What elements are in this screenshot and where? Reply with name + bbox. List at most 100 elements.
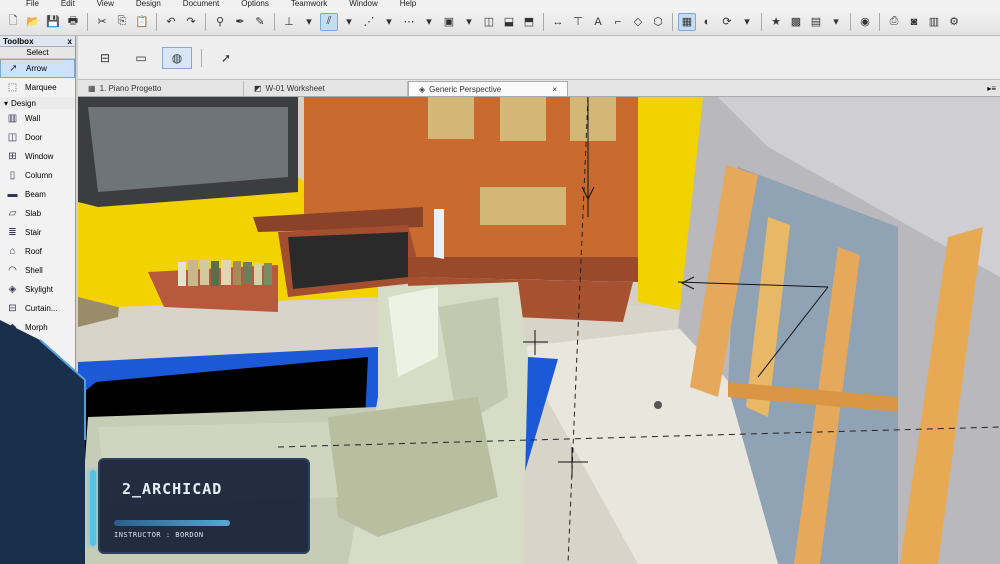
tool-marquee[interactable]: ⬚ Marquee (0, 78, 75, 97)
dropdown-arrow-icon[interactable]: ▾ (827, 13, 845, 31)
align-icon[interactable]: ⊥ (280, 13, 298, 31)
menu-design[interactable]: Design (136, 0, 161, 8)
elevation-icon[interactable]: ⬒ (520, 13, 538, 31)
roof-icon: ⌂ (9, 246, 16, 257)
tab-piano-progetto[interactable]: ▦ 1. Piano Progetto (78, 81, 244, 96)
dropdown-arrow-icon[interactable]: ▾ (300, 13, 318, 31)
close-icon[interactable]: x (68, 37, 72, 46)
find-select-icon[interactable]: ⚲ (211, 13, 229, 31)
photo-render-icon[interactable]: ▩ (787, 13, 805, 31)
tab-generic-perspective[interactable]: ◈ Generic Perspective × (408, 81, 568, 96)
element-settings-icon[interactable]: ⊟ (90, 47, 120, 69)
wall-art-1 (428, 97, 474, 139)
trace-icon[interactable]: ◫ (480, 13, 498, 31)
slab-icon: ▱ (8, 208, 17, 219)
rotate-selection-icon[interactable]: ◍ (162, 46, 192, 69)
menu-document[interactable]: Document (183, 0, 219, 8)
door-icon: ◫ (7, 132, 18, 143)
tool-label: Curtain... (25, 304, 58, 313)
publish-icon[interactable]: ⎙ (885, 13, 903, 31)
overlay-progress-bar (114, 520, 230, 526)
dropdown-arrow-icon[interactable]: ▾ (380, 13, 398, 31)
menu-help[interactable]: Help (400, 0, 416, 8)
layer-icon[interactable]: ▣ (440, 13, 458, 31)
menu-file[interactable]: File (26, 0, 39, 8)
tab-overflow-menu[interactable]: ▸≡ (987, 81, 1000, 96)
overlay-title: 2_ARCHICAD (122, 480, 223, 498)
dropdown-arrow-icon[interactable]: ▾ (420, 13, 438, 31)
tool-stair[interactable]: ≣ Stair (0, 223, 75, 242)
save-icon[interactable]: 💾 (44, 13, 62, 31)
menu-bar: File Edit View Design Document Options T… (0, 0, 1000, 8)
zone-icon[interactable]: ⬡ (649, 13, 667, 31)
tool-door[interactable]: ◫ Door (0, 128, 75, 147)
tool-wall[interactable]: ▥ Wall (0, 109, 75, 128)
tool-curtain-wall[interactable]: ⊟ Curtain... (0, 299, 75, 318)
menu-teamwork[interactable]: Teamwork (291, 0, 327, 8)
dropdown-arrow-icon[interactable]: ▾ (460, 13, 478, 31)
copy-icon[interactable]: ⎘ (113, 13, 131, 31)
book (233, 261, 241, 285)
toolbar-separator (879, 12, 880, 31)
select-header: Select (0, 47, 75, 59)
guide-line-icon[interactable]: ⫽ (320, 12, 338, 31)
pointer-icon[interactable]: ➚ (211, 47, 241, 69)
dropdown-arrow-icon[interactable]: ▾ (738, 13, 756, 31)
tool-skylight[interactable]: ◈ Skylight (0, 280, 75, 299)
syringe-icon[interactable]: ✎ (251, 13, 269, 31)
camera-icon[interactable]: ◙ (905, 13, 923, 31)
undo-icon[interactable]: ↶ (162, 13, 180, 31)
fill-icon[interactable]: ◇ (629, 13, 647, 31)
print-icon[interactable]: 🖶 (64, 13, 82, 31)
tool-column[interactable]: ▯ Column (0, 166, 75, 185)
menu-view[interactable]: View (97, 0, 114, 8)
snap-icon[interactable]: ⋰ (360, 13, 378, 31)
overlay-subtitle: INSTRUCTOR : BORDON (114, 531, 204, 539)
tool-arrow[interactable]: ➚ Arrow (0, 59, 75, 78)
layout-book-icon[interactable]: ▤ (807, 13, 825, 31)
redo-icon[interactable]: ↷ (182, 13, 200, 31)
tool-label: Column (25, 171, 53, 180)
eyedropper-icon[interactable]: ✒ (231, 13, 249, 31)
marquee-icon: ⬚ (7, 82, 18, 93)
wall-art-2 (500, 97, 546, 141)
close-tab-icon[interactable]: × (552, 85, 557, 94)
grid-snap-icon[interactable]: ⋯ (400, 13, 418, 31)
design-group-header[interactable]: ▾ Design (0, 97, 75, 109)
view-tab-bar: ▦ 1. Piano Progetto ◩ W-01 Worksheet ◈ G… (78, 80, 1000, 97)
tool-slab[interactable]: ▱ Slab (0, 204, 75, 223)
skylight-icon: ◈ (8, 284, 17, 295)
dropdown-arrow-icon[interactable]: ▾ (340, 13, 358, 31)
tool-shell[interactable]: ◠ Shell (0, 261, 75, 280)
tool-window[interactable]: ⊞ Window (0, 147, 75, 166)
menu-edit[interactable]: Edit (61, 0, 75, 8)
new-file-icon[interactable]: 🗋 (4, 13, 22, 31)
cut-icon[interactable]: ✂ (93, 13, 111, 31)
tool-beam[interactable]: ▬ Beam (0, 185, 75, 204)
section-icon[interactable]: ⬓ (500, 13, 518, 31)
favorites-star-icon[interactable]: ★ (767, 13, 785, 31)
paste-icon[interactable]: 📋 (133, 13, 151, 31)
stair-icon: ≣ (8, 227, 17, 238)
dimension-icon[interactable]: ↔ (549, 13, 567, 31)
teamwork-icon[interactable]: ◉ (856, 13, 874, 31)
marquee-shape-icon[interactable]: ▭ (126, 47, 156, 69)
level-dimension-icon[interactable]: ⊤ (569, 13, 587, 31)
text-icon[interactable]: A (589, 13, 607, 31)
tab-worksheet[interactable]: ◩ W-01 Worksheet (244, 81, 408, 96)
menu-window[interactable]: Window (349, 0, 377, 8)
gallery-icon[interactable]: ▥ (925, 13, 943, 31)
render-icon[interactable]: ◐ (698, 13, 716, 31)
3d-window-icon[interactable]: ▦ (678, 12, 696, 31)
book (211, 261, 219, 286)
curtain-wall-icon: ⊟ (8, 303, 17, 314)
tool-roof[interactable]: ⌂ Roof (0, 242, 75, 261)
tool-label: Stair (25, 228, 42, 237)
tab-label: Generic Perspective (429, 84, 502, 94)
tv-reflection (88, 107, 288, 192)
open-folder-icon[interactable]: 📂 (24, 13, 42, 31)
menu-options[interactable]: Options (241, 0, 269, 8)
orbit-icon[interactable]: ⟳ (718, 13, 736, 31)
settings-icon[interactable]: ⚙ (945, 13, 963, 31)
label-icon[interactable]: ⌐ (609, 13, 627, 31)
